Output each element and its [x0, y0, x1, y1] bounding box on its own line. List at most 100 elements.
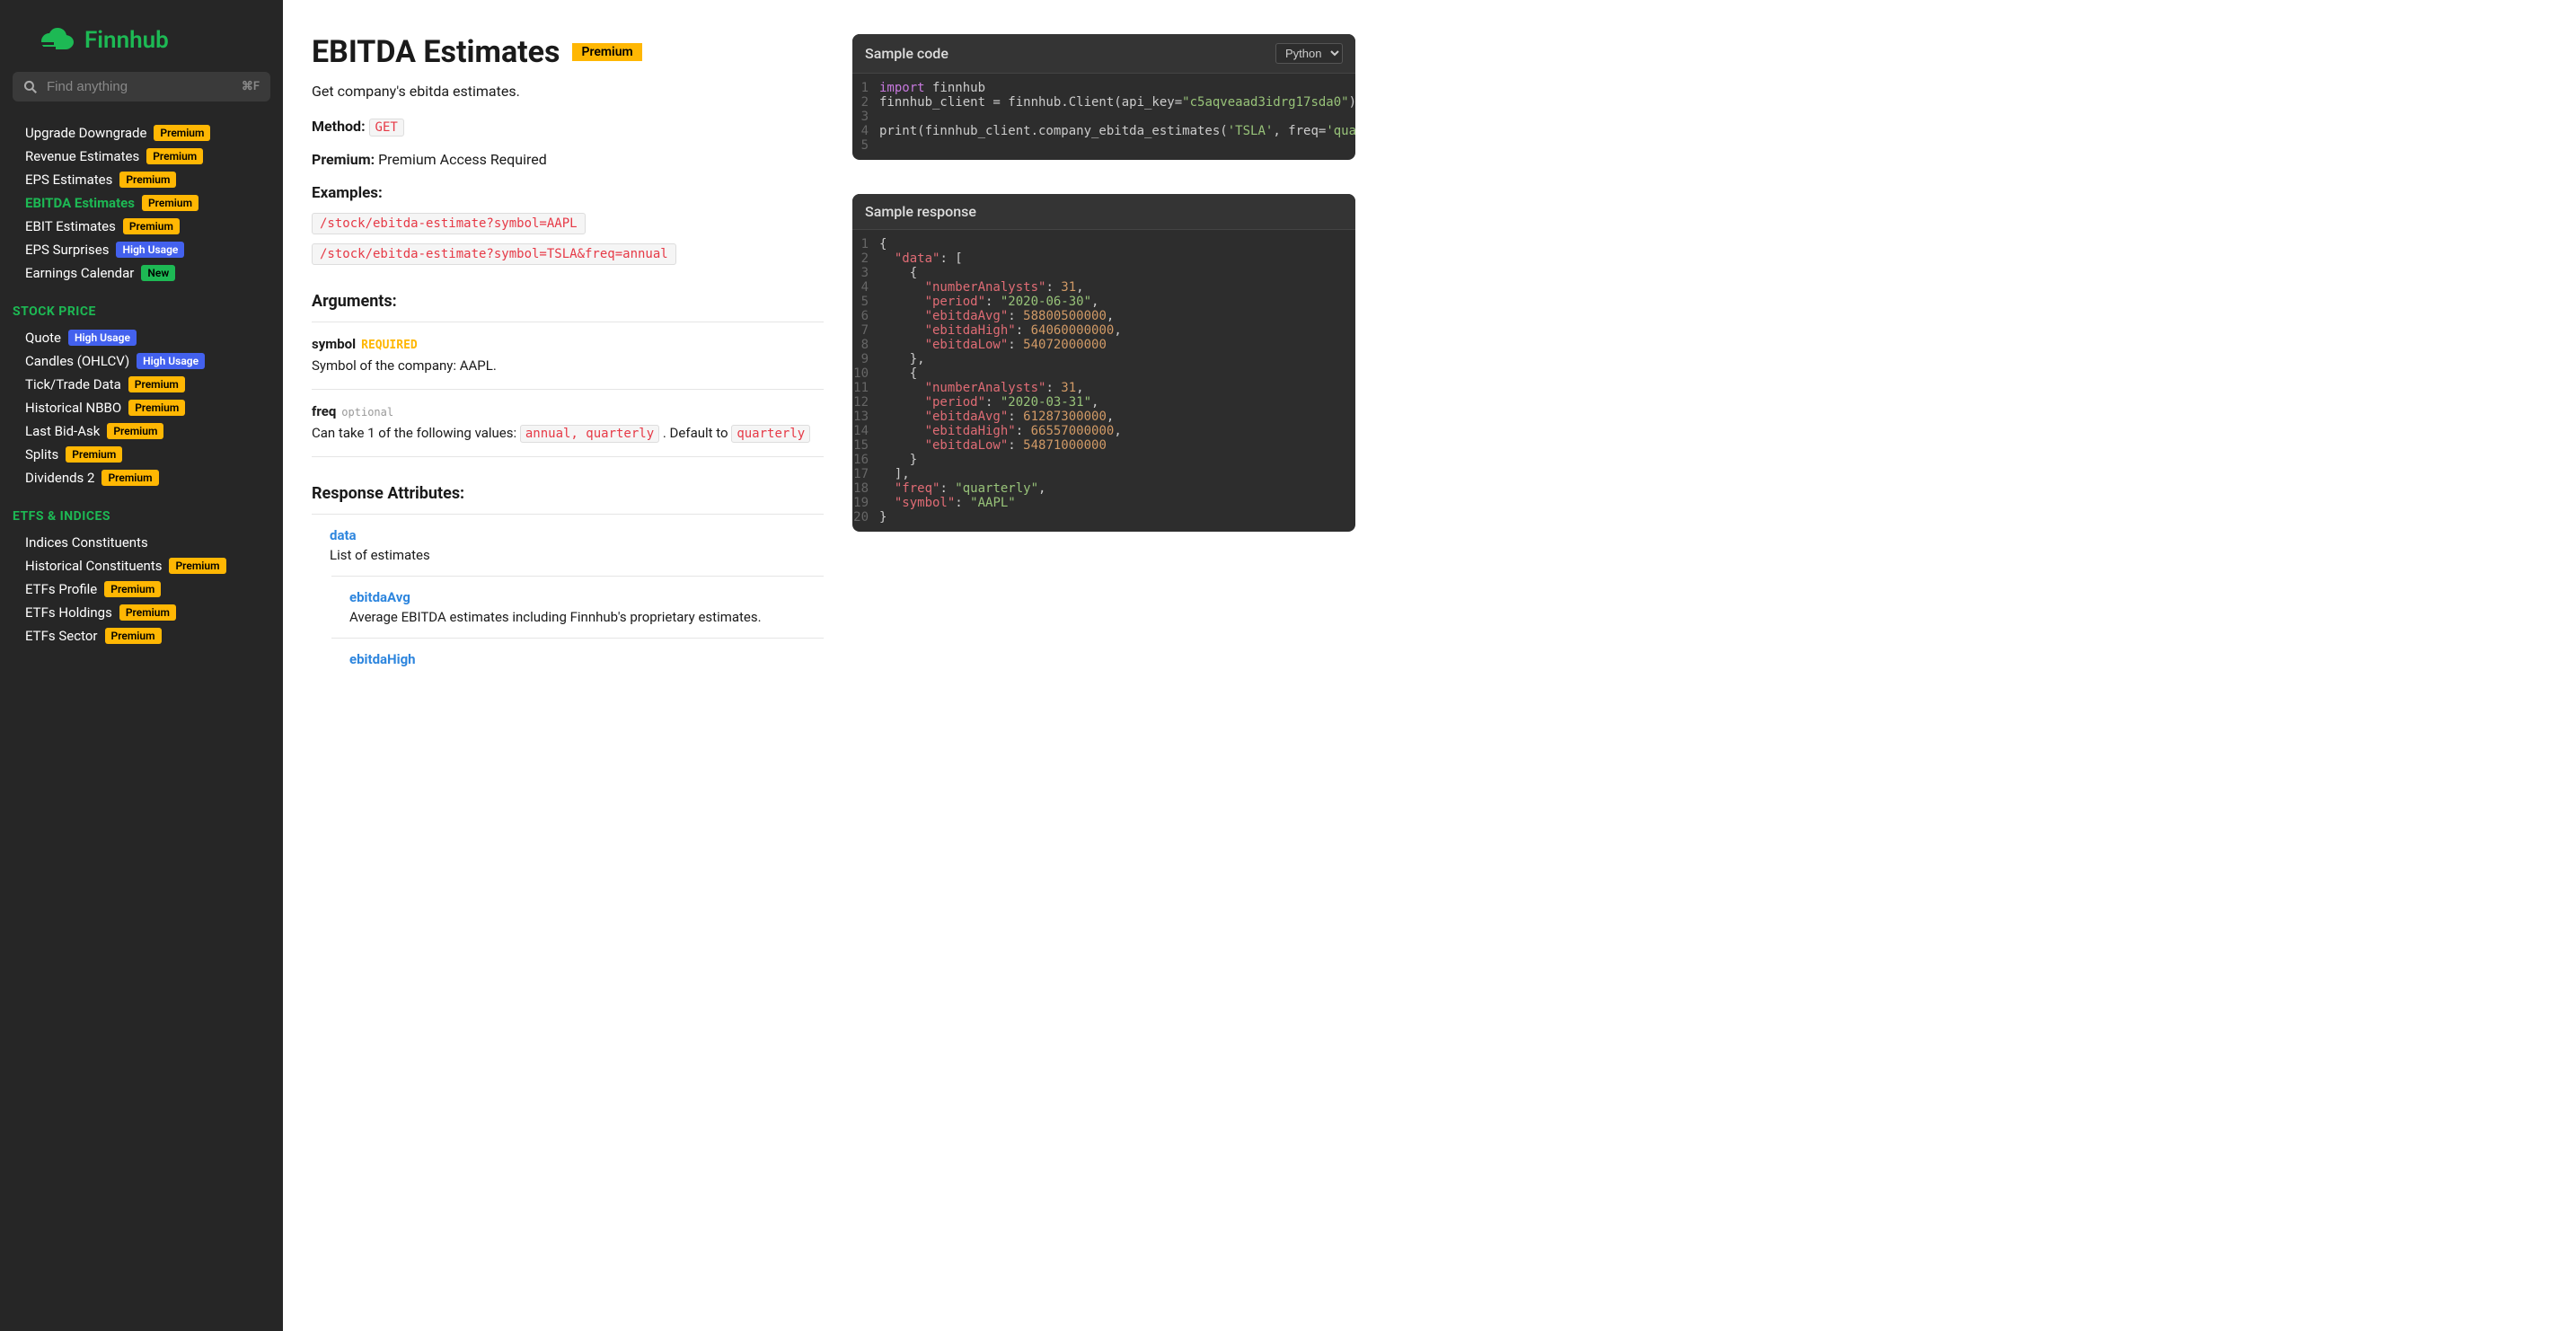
sample-code-body: 1import finnhub2finnhub_client = finnhub… [852, 74, 1355, 160]
sidebar-item-label: Dividends 2 [25, 470, 94, 486]
language-select[interactable]: Python [1275, 43, 1343, 64]
examples-list: /stock/ebitda-estimate?symbol=AAPL/stock… [312, 213, 824, 274]
badge: Premium [123, 218, 180, 234]
code-line: 15 "ebitdaLow": 54871000000 [852, 438, 1355, 453]
sidebar-item[interactable]: Tick/Trade DataPremium [13, 373, 270, 396]
sidebar: Finnhub ⌘F Upgrade DowngradePremiumReven… [0, 0, 283, 1331]
code-line: 16 } [852, 453, 1355, 467]
nav-section-title: STOCK PRICE [13, 304, 270, 319]
sidebar-item-label: Historical Constituents [25, 558, 162, 574]
badge: Premium [146, 148, 203, 164]
sample-response-title: Sample response [865, 203, 976, 220]
sidebar-item[interactable]: ETFs SectorPremium [13, 624, 270, 648]
sidebar-item[interactable]: EBITDA EstimatesPremium [13, 191, 270, 215]
code-line: 1import finnhub [852, 81, 1355, 95]
main: EBITDA Estimates Premium Get company's e… [283, 0, 2576, 1331]
code-line: 3 [852, 110, 1355, 124]
code-line: 7 "ebitdaHigh": 64060000000, [852, 323, 1355, 338]
sidebar-item[interactable]: Dividends 2 Premium [13, 466, 270, 489]
sidebar-item[interactable]: Last Bid-Ask Premium [13, 419, 270, 443]
badge: Premium [128, 400, 185, 416]
badge: Premium [119, 604, 176, 621]
badge: New [141, 265, 175, 281]
arguments-label: Arguments: [312, 292, 824, 311]
code-line: 5 "period": "2020-06-30", [852, 295, 1355, 309]
search-box[interactable]: ⌘F [13, 72, 270, 101]
nav-list: Upgrade DowngradePremiumRevenue Estimate… [13, 121, 270, 648]
code-line: 3 { [852, 266, 1355, 280]
badge: High Usage [68, 330, 137, 346]
page-title: EBITDA Estimates [312, 34, 560, 70]
sidebar-item-label: ETFs Profile [25, 581, 97, 597]
badge: Premium [107, 423, 163, 439]
logo[interactable]: Finnhub [13, 18, 270, 72]
sidebar-item[interactable]: SplitsPremium [13, 443, 270, 466]
code-line: 19 "symbol": "AAPL" [852, 496, 1355, 510]
code-line: 4print(finnhub_client.company_ebitda_est… [852, 124, 1355, 138]
premium-value: Premium Access Required [378, 151, 547, 168]
page-description: Get company's ebitda estimates. [312, 83, 824, 100]
code-line: 4 "numberAnalysts": 31, [852, 280, 1355, 295]
sidebar-item[interactable]: Historical Constituents Premium [13, 554, 270, 577]
content: EBITDA Estimates Premium Get company's e… [312, 34, 824, 1297]
sidebar-item-label: Historical NBBO [25, 400, 121, 416]
arg-name: symbol [312, 336, 356, 352]
sidebar-item[interactable]: Candles (OHLCV)High Usage [13, 349, 270, 373]
sidebar-item[interactable]: Quote High Usage [13, 326, 270, 349]
sidebar-item[interactable]: Indices Constituents [13, 531, 270, 554]
sidebar-item[interactable]: Upgrade DowngradePremium [13, 121, 270, 145]
sidebar-item-label: EPS Estimates [25, 172, 112, 188]
arg-desc: Symbol of the company: AAPL. [312, 356, 824, 376]
search-input[interactable] [47, 79, 242, 94]
sidebar-item[interactable]: EPS SurprisesHigh Usage [13, 238, 270, 261]
sidebar-item[interactable]: Revenue EstimatesPremium [13, 145, 270, 168]
badge: Premium [101, 470, 158, 486]
badge: Premium [104, 581, 161, 597]
argument-block: symbolREQUIREDSymbol of the company: AAP… [312, 322, 824, 389]
arg-tag: optional [341, 406, 393, 419]
sidebar-item[interactable]: EPS Estimates Premium [13, 168, 270, 191]
sidebar-item-label: Earnings Calendar [25, 265, 134, 281]
badge: Premium [119, 172, 176, 188]
title-badge: Premium [572, 43, 641, 61]
code-line: 20} [852, 510, 1355, 524]
sidebar-item[interactable]: EBIT Estimates Premium [13, 215, 270, 238]
arg-name: freq [312, 403, 336, 419]
code-line: 14 "ebitdaHigh": 66557000000, [852, 424, 1355, 438]
badge: Premium [169, 558, 225, 574]
code-line: 13 "ebitdaAvg": 61287300000, [852, 410, 1355, 424]
code-line: 2 "data": [ [852, 251, 1355, 266]
sidebar-item-label: EPS Surprises [25, 242, 109, 258]
code-line: 2finnhub_client = finnhub.Client(api_key… [852, 95, 1355, 110]
sidebar-item-label: EBITDA Estimates [25, 195, 135, 211]
sidebar-item[interactable]: Earnings Calendar New [13, 261, 270, 285]
method-value: GET [369, 119, 404, 137]
code-line: 10 { [852, 366, 1355, 381]
cloud-icon [40, 28, 75, 53]
example-url[interactable]: /stock/ebitda-estimate?symbol=AAPL [312, 213, 586, 234]
code-panels: Sample code Python 1import finnhub2finnh… [852, 34, 1355, 1297]
sidebar-item[interactable]: ETFs Holdings Premium [13, 601, 270, 624]
example-url[interactable]: /stock/ebitda-estimate?symbol=TSLA&freq=… [312, 243, 676, 265]
arguments-list: symbolREQUIREDSymbol of the company: AAP… [312, 322, 824, 456]
sidebar-item-label: ETFs Holdings [25, 604, 112, 621]
sidebar-item-label: Quote [25, 330, 61, 346]
code-line: 12 "period": "2020-03-31", [852, 395, 1355, 410]
code-line: 17 ], [852, 467, 1355, 481]
search-icon [23, 80, 38, 94]
sidebar-item-label: Candles (OHLCV) [25, 353, 129, 369]
sidebar-item-label: Upgrade Downgrade [25, 125, 146, 141]
sidebar-item-label: EBIT Estimates [25, 218, 116, 234]
sidebar-item-label: Indices Constituents [25, 534, 148, 551]
response-label: Response Attributes: [312, 484, 824, 503]
code-line: 18 "freq": "quarterly", [852, 481, 1355, 496]
sidebar-item[interactable]: Historical NBBO Premium [13, 396, 270, 419]
badge: Premium [128, 376, 185, 392]
code-line: 8 "ebitdaLow": 54072000000 [852, 338, 1355, 352]
sidebar-item[interactable]: ETFs Profile Premium [13, 577, 270, 601]
resp-name: data [330, 527, 824, 543]
code-line: 11 "numberAnalysts": 31, [852, 381, 1355, 395]
sidebar-item-label: Last Bid-Ask [25, 423, 100, 439]
sample-response-panel: Sample response 1{2 "data": [3 {4 "numbe… [852, 194, 1355, 532]
premium-label: Premium: [312, 151, 375, 168]
